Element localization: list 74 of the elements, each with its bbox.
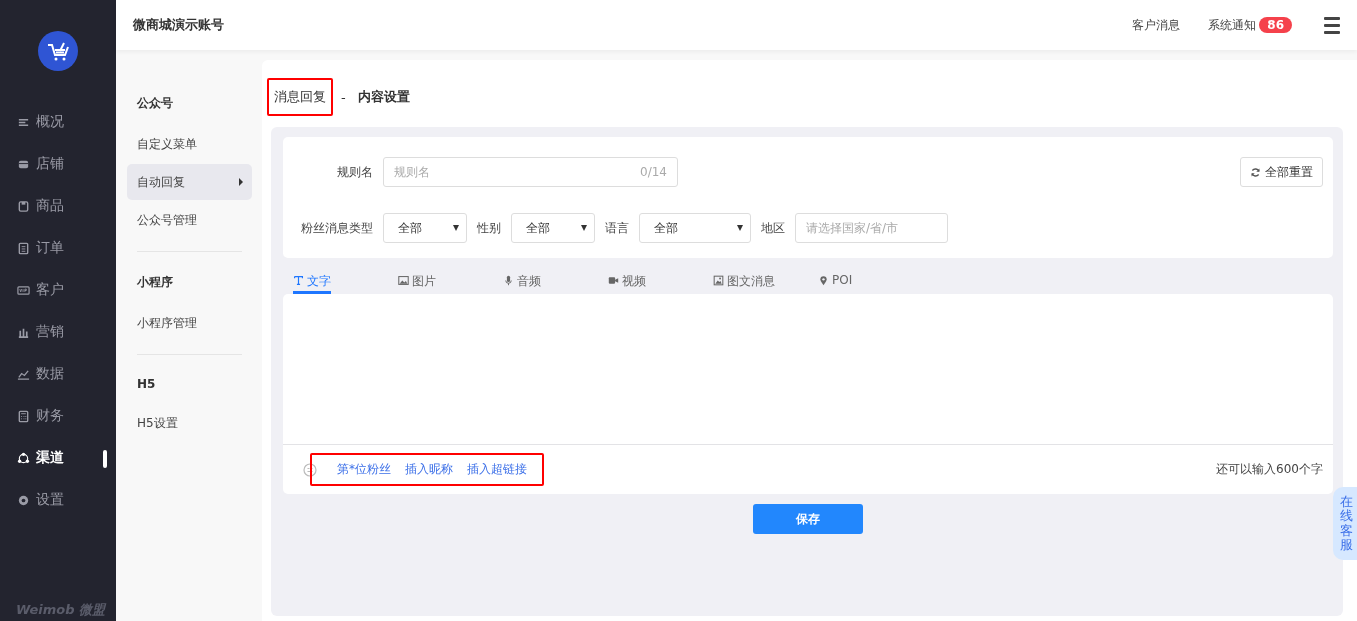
image-icon xyxy=(398,275,409,286)
image-icon xyxy=(713,275,724,286)
emoji-icon[interactable] xyxy=(303,462,317,477)
calculator-icon xyxy=(17,409,30,423)
location-pin-icon xyxy=(818,275,829,286)
dropdown[interactable]: 全部 xyxy=(511,213,595,243)
insert-link[interactable]: 插入昵称 xyxy=(405,461,453,478)
settings-icon xyxy=(17,493,30,507)
nav-item[interactable]: 财务 xyxy=(0,395,116,437)
message-type-tab[interactable]: 视频 xyxy=(608,273,713,291)
placeholder: 规则名 xyxy=(394,163,430,181)
nav-item[interactable]: 订单 xyxy=(0,227,116,269)
breadcrumb-link[interactable]: 消息回复 xyxy=(267,78,333,116)
document-icon xyxy=(17,241,30,255)
menu-icon[interactable] xyxy=(1324,14,1340,36)
network-icon xyxy=(17,451,30,465)
nav-item[interactable]: 营销 xyxy=(0,311,116,353)
dropdown-arrow-icon xyxy=(737,225,743,231)
character-remaining: 还可以输入600个字 xyxy=(1216,461,1323,478)
page-title: 内容设置 xyxy=(357,88,410,106)
message-type-tab[interactable]: POI xyxy=(818,273,923,291)
field-label: 地区 xyxy=(761,219,785,237)
message-type-tab[interactable]: 图片 xyxy=(398,273,503,291)
caret-icon xyxy=(239,178,243,186)
brand-logo-text: Weimob 微盟 xyxy=(15,601,108,619)
active-indicator xyxy=(103,450,107,468)
header-link[interactable]: 客户消息 xyxy=(1132,16,1181,34)
nav-item[interactable]: 客户 xyxy=(0,269,116,311)
dropdown-arrow-icon xyxy=(581,225,587,231)
insert-link[interactable]: 第*位粉丝 xyxy=(337,461,391,478)
reset-button[interactable]: 全部重置 xyxy=(1240,157,1323,187)
message-type-tab[interactable]: 文字 xyxy=(293,273,331,297)
message-type-tab[interactable]: 音频 xyxy=(503,273,608,291)
secondary-nav-item[interactable]: H5设置 xyxy=(127,405,252,441)
secondary-nav-item[interactable]: 自动回复 xyxy=(127,164,252,200)
account-name: 微商城演示账号 xyxy=(133,16,224,34)
field-label: 语言 xyxy=(605,219,629,237)
field-label: 性别 xyxy=(477,219,501,237)
online-service-button[interactable]: 在线客服 xyxy=(1333,487,1357,561)
dropdown-arrow-icon xyxy=(453,225,459,231)
cart-logo-icon xyxy=(38,31,78,71)
secondary-nav-item[interactable]: 公众号管理 xyxy=(127,202,252,238)
nav-item[interactable]: 概况 xyxy=(0,101,116,143)
section-title: 小程序 xyxy=(136,274,174,291)
nav-item[interactable]: 数据 xyxy=(0,353,116,395)
notification-badge: 86 xyxy=(1259,17,1292,33)
character-counter: 0/14 xyxy=(640,165,667,179)
save-button[interactable]: 保存 xyxy=(753,504,863,534)
refresh-icon xyxy=(1250,166,1261,178)
nav-item[interactable]: 商品 xyxy=(0,185,116,227)
separator: - xyxy=(341,89,346,105)
field-label: 规则名 xyxy=(336,163,373,181)
secondary-nav-item[interactable]: 自定义菜单 xyxy=(127,126,252,162)
microphone-icon xyxy=(503,275,514,286)
insert-link[interactable]: 插入超链接 xyxy=(467,461,527,478)
section-title: H5 xyxy=(136,376,157,393)
placeholder: 请选择国家/省/市 xyxy=(806,219,899,237)
section-title: 公众号 xyxy=(136,95,174,112)
vip-card-icon xyxy=(17,283,30,297)
dropdown[interactable]: 全部 xyxy=(639,213,751,243)
nav-item[interactable]: 渠道 xyxy=(0,437,116,479)
header-link[interactable]: 系统通知 xyxy=(1208,16,1257,34)
nav-item[interactable]: 设置 xyxy=(0,479,116,521)
dropdown-value: 全部 xyxy=(398,219,423,237)
secondary-nav-item[interactable]: 小程序管理 xyxy=(127,305,252,341)
message-type-tab[interactable]: 图文消息 xyxy=(713,273,818,291)
video-camera-icon xyxy=(608,275,619,286)
dropdown-value: 全部 xyxy=(526,219,551,237)
bag-icon xyxy=(17,199,30,213)
field-label: 粉丝消息类型 xyxy=(300,219,373,237)
text-icon xyxy=(293,275,304,286)
dropdown-value: 全部 xyxy=(654,219,679,237)
nav-item[interactable]: 店铺 xyxy=(0,143,116,185)
dropdown[interactable]: 全部 xyxy=(383,213,467,243)
